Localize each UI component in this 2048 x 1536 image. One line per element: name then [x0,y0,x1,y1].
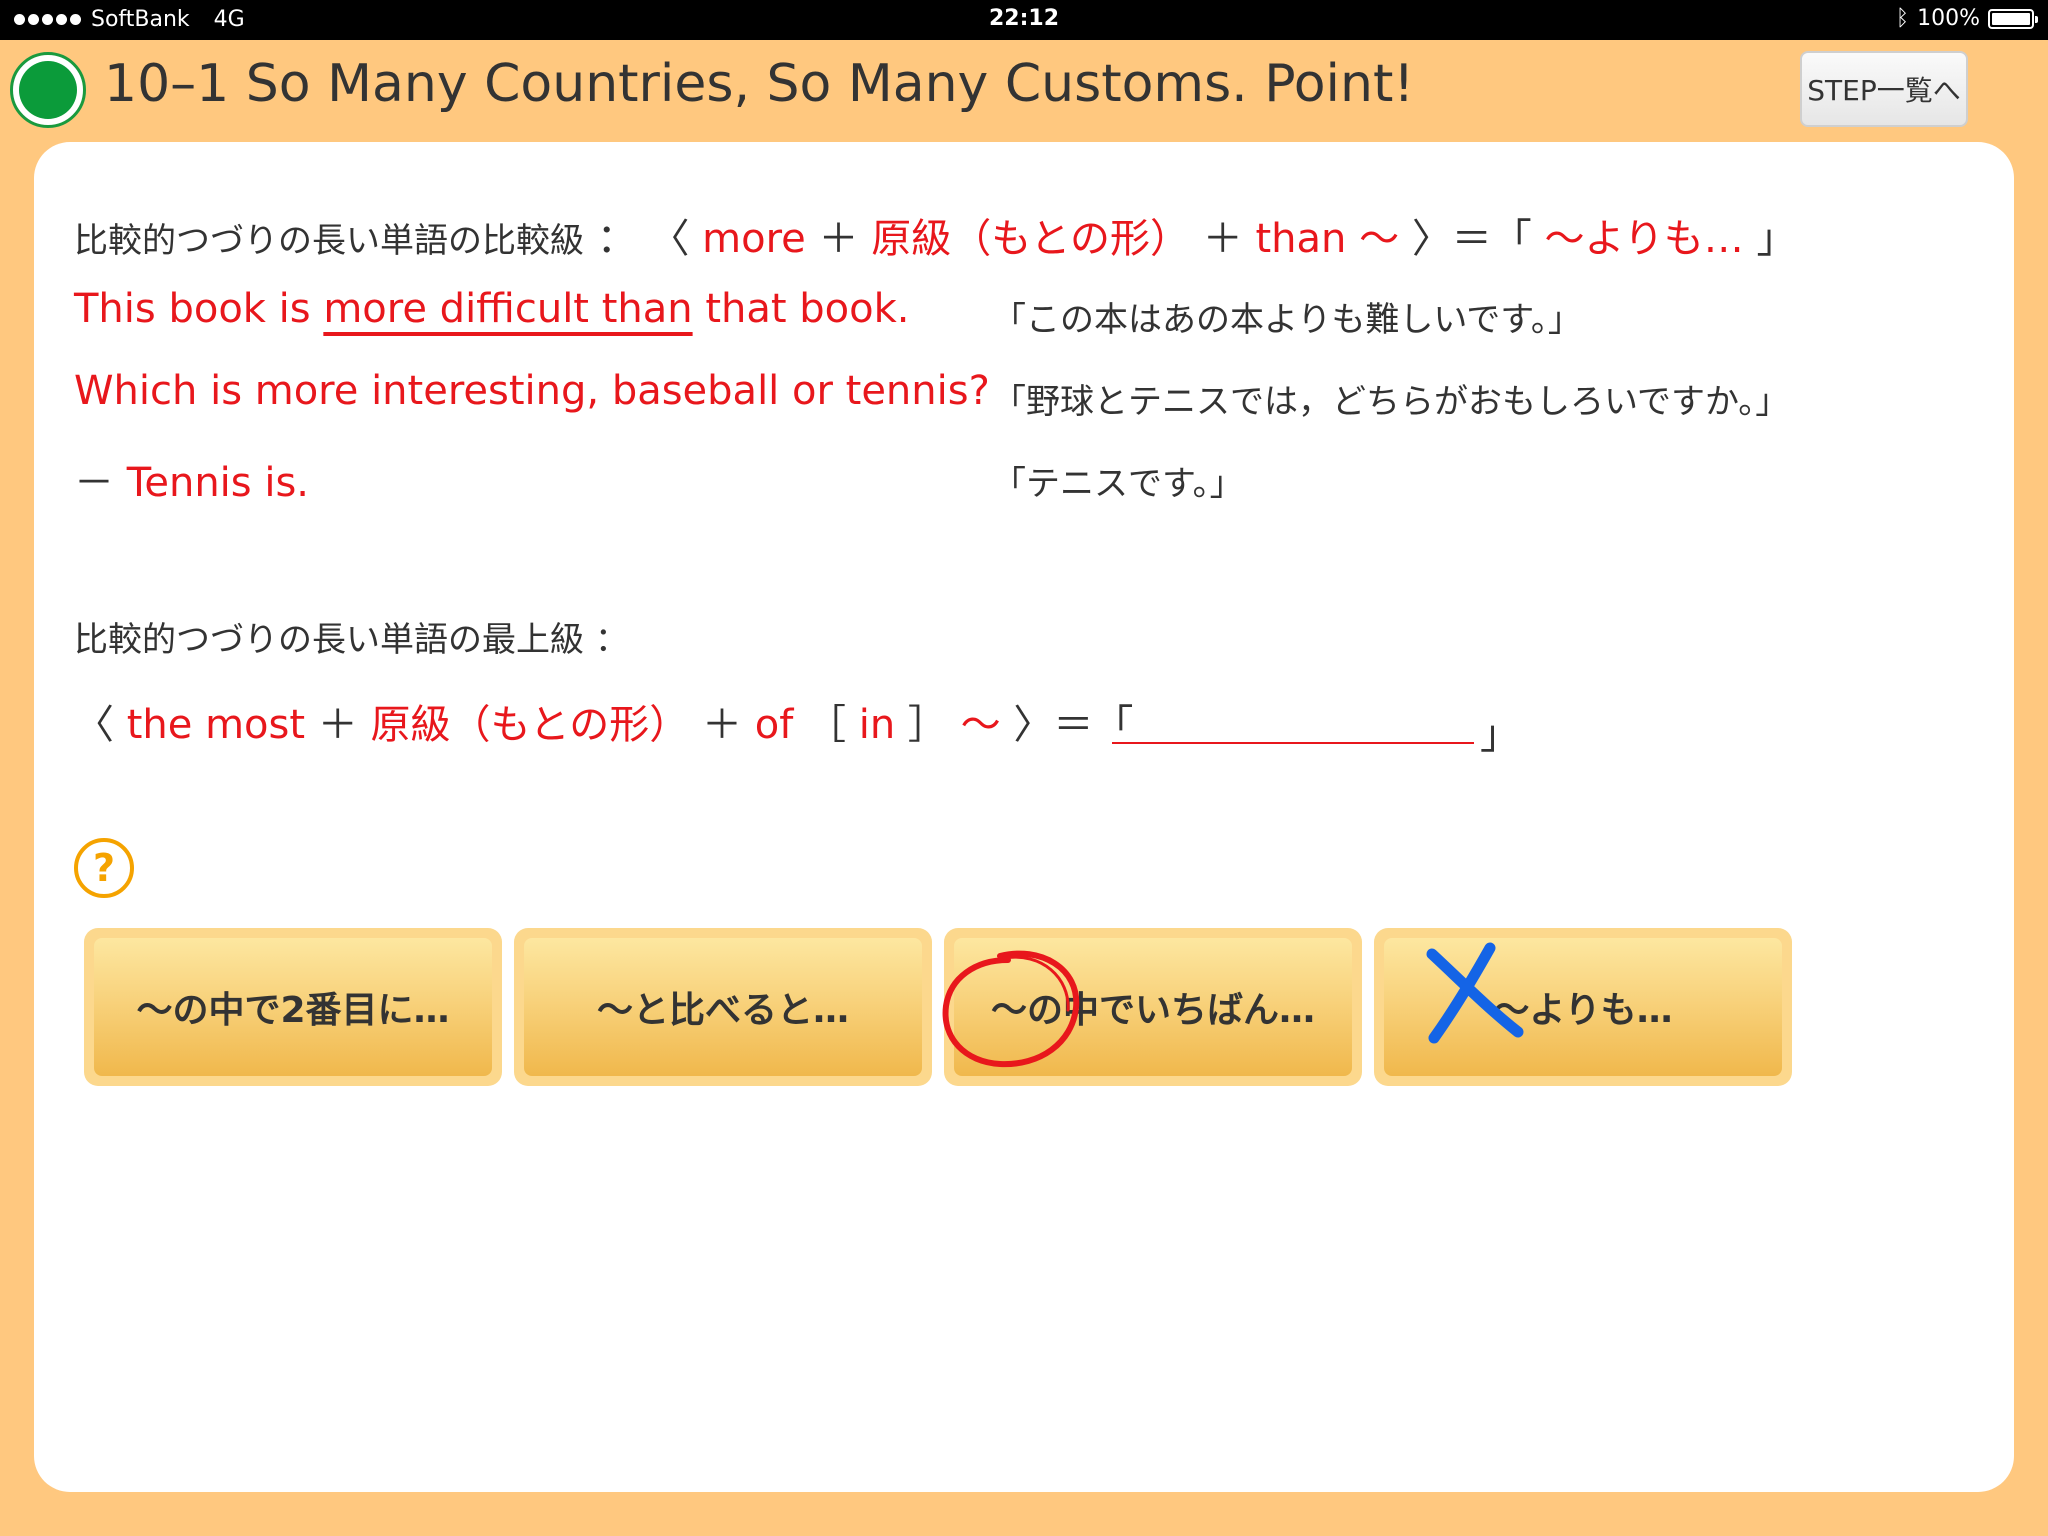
step-list-button[interactable]: STEP一覧へ [1800,51,1968,127]
close-quote: 」 [1756,216,1797,262]
bracket-close: ］ [907,702,948,748]
battery-icon [1988,8,2038,29]
plus-sign: ＋ [1202,216,1243,262]
battery-fill [1992,12,2030,25]
choice-button-1[interactable]: ～の中で2番目に… [84,928,502,1086]
bluetooth-icon: ᛒ [1895,6,1910,31]
answer-dash: － [74,460,114,506]
choice-label: ～の中でいちばん… [954,938,1352,1076]
comparative-meaning: ～よりも… [1544,216,1744,262]
example-3-text: Tennis is. [126,460,310,506]
superlative-rule: 比較的つづりの長い単語の最上級 ： [74,612,629,661]
example-1-pre: This book is [74,286,311,332]
status-right: ᛒ 100% [1895,6,2038,31]
word-in: in [858,702,896,748]
rule-colon: ： [594,620,629,660]
base-form-label: 原級（もとの形） [871,216,1191,262]
example-3-japanese: 「テニスです。」 [992,464,1244,504]
example-2-english: Which is more interesting, baseball or t… [74,368,990,414]
example-1-japanese: 「この本はあの本よりも難しいです。」 [992,300,1582,340]
close-quote: 」 [1480,712,1520,758]
choice-label: ～よりも… [1384,938,1782,1076]
answer-blank[interactable] [1112,742,1474,744]
page-title: 10–1 So Many Countries, So Many Customs.… [104,54,1415,114]
comparative-rule: 比較的つづりの長い単語の比較級 ： 〈 more ＋ 原級（もとの形） ＋ th… [74,206,1796,264]
superlative-rule-label: 比較的つづりの長い単語の最上級 [74,620,584,660]
word-the-most: the most [126,702,306,748]
base-form-label: 原級（もとの形） [370,702,690,748]
superlative-formula: 〈 the most ＋ 原級（もとの形） ＋ of ［ in ］ ～ 〉＝「 [74,692,1133,750]
battery-percent: 100% [1917,6,1980,31]
rule-colon: ： [596,216,637,262]
plus-sign: ＋ [818,216,859,262]
word-of: of [754,702,794,748]
choice-label: ～と比べると… [524,938,922,1076]
example-1-underlined: more difficult than [323,286,693,332]
choice-button-4[interactable]: ～よりも… [1374,928,1792,1086]
choice-button-3[interactable]: ～の中でいちばん… [944,928,1362,1086]
comparative-rule-label: 比較的つづりの長い単語の比較級 [74,221,584,261]
green-circle-icon [10,52,86,128]
close-paren-equals: 〉＝「 [1411,216,1532,262]
plus-sign: ＋ [702,702,743,748]
choice-label: ～の中で2番目に… [94,938,492,1076]
example-1-post: that book. [705,286,910,332]
plus-sign: ＋ [317,702,358,748]
open-paren: 〈 [649,216,690,262]
bracket-open: ［ [806,702,847,748]
lesson-card: 比較的つづりの長い単語の比較級 ： 〈 more ＋ 原級（もとの形） ＋ th… [34,142,2014,1492]
help-icon[interactable]: ? [74,838,134,898]
open-paren: 〈 [74,702,114,748]
choice-button-2[interactable]: ～と比べると… [514,928,932,1086]
example-2-japanese: 「野球とテニスでは，どちらがおもしろいですか。」 [992,382,1790,422]
status-time: 22:12 [988,6,1060,31]
example-1-english: This book is more difficult than that bo… [74,286,910,332]
word-than: than ～ [1255,216,1400,262]
example-3-english: － Tennis is. [74,450,309,508]
status-bar: SoftBank 4G 22:12 ᛒ 100% [0,0,2048,40]
tilde: ～ [960,702,1001,748]
word-more: more [702,216,806,262]
